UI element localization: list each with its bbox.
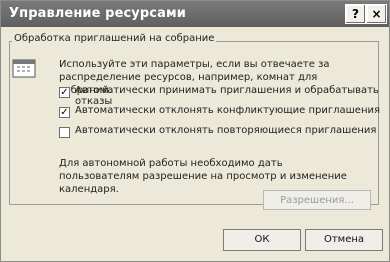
decline-conflicting-label: Автоматически отклонять конфликтующие пр… xyxy=(75,105,380,116)
ok-button[interactable]: ОК xyxy=(223,229,301,251)
title-bar[interactable]: Управление ресурсами ? × xyxy=(1,1,389,27)
cancel-button[interactable]: Отмена xyxy=(305,229,383,251)
resource-management-dialog: Управление ресурсами ? × Обработка пригл… xyxy=(0,0,390,262)
decline-recurring-label: Автоматически отклонять повторяющиеся пр… xyxy=(75,125,377,136)
decline-recurring-checkbox[interactable] xyxy=(59,127,70,138)
auto-accept-label: Автоматически принимать приглашения и об… xyxy=(75,85,379,107)
calendar-icon xyxy=(12,59,36,78)
group-label: Обработка приглашений на собрание xyxy=(12,33,217,44)
auto-accept-checkbox[interactable] xyxy=(59,87,70,98)
help-button[interactable]: ? xyxy=(345,4,366,24)
permissions-button[interactable]: Разрешения... xyxy=(263,190,371,210)
window-title: Управление ресурсами xyxy=(9,6,186,21)
decline-conflicting-checkbox[interactable] xyxy=(59,107,70,118)
close-button[interactable]: × xyxy=(366,4,387,24)
